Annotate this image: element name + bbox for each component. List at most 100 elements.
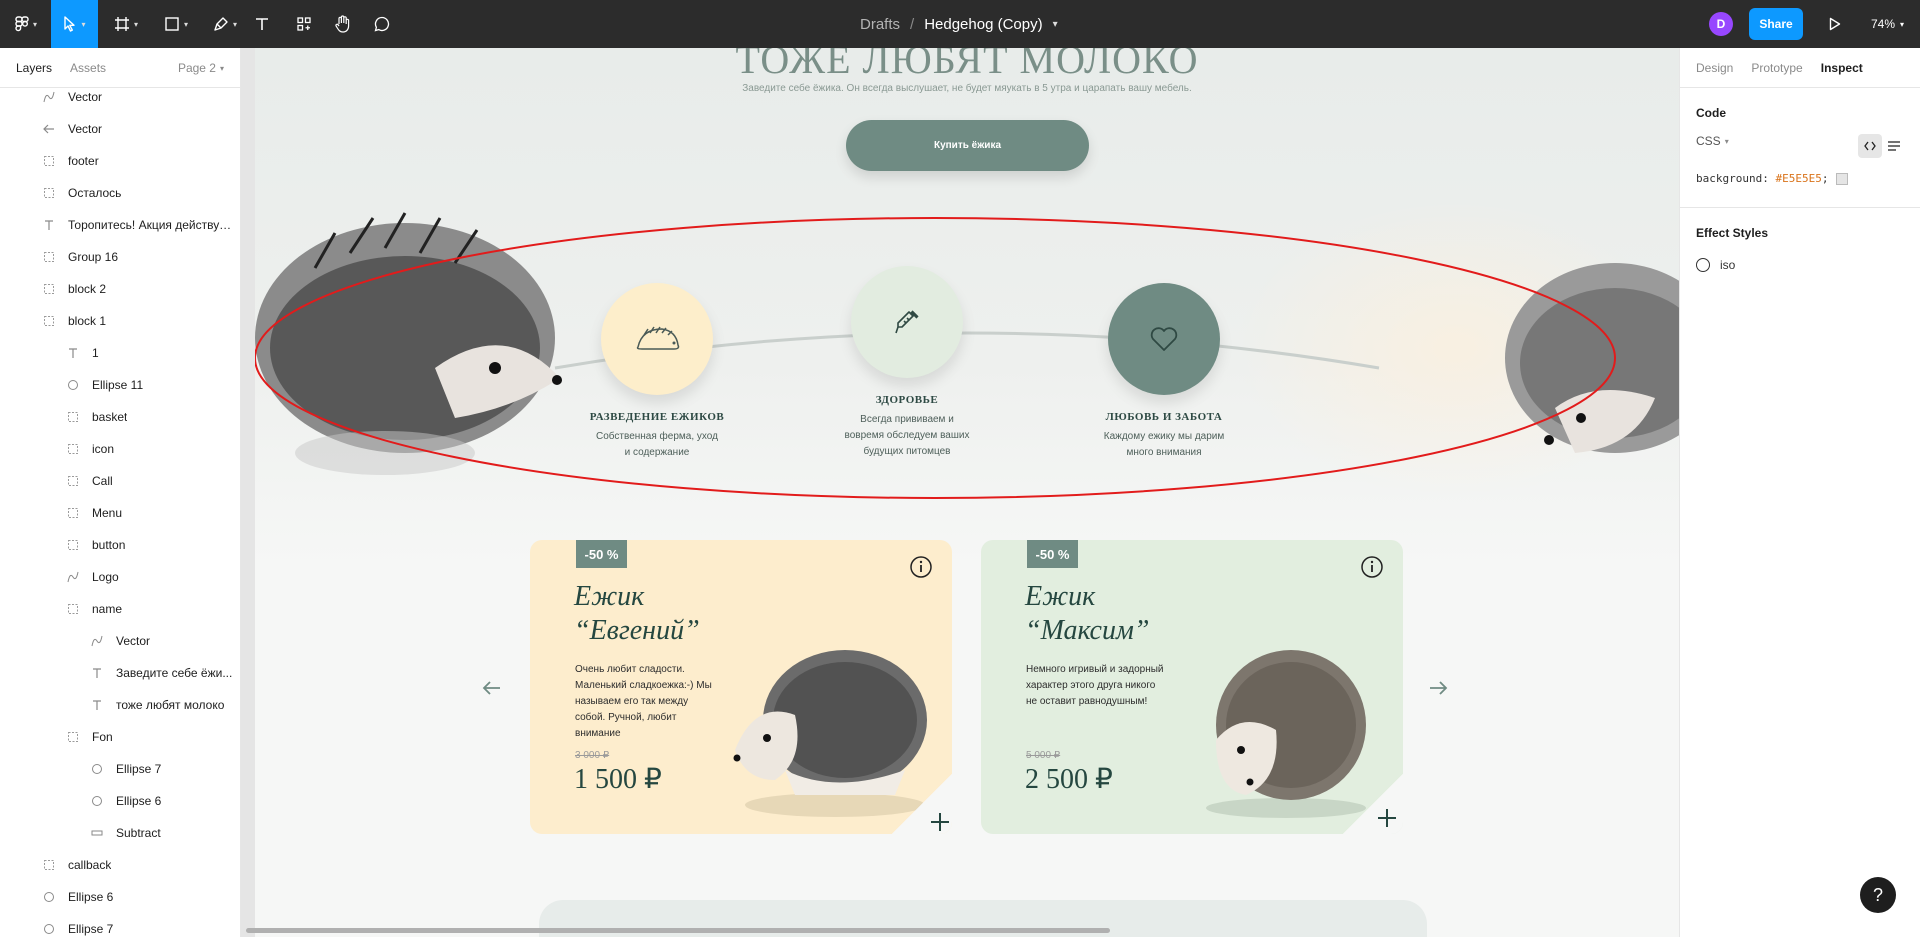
move-tool-button[interactable]: ▾	[51, 0, 98, 48]
info-icon[interactable]	[1361, 556, 1383, 578]
user-avatar[interactable]: D	[1709, 12, 1733, 36]
layer-row[interactable]: Ellipse 7	[0, 913, 240, 937]
file-name[interactable]: Hedgehog (Copy)	[924, 16, 1042, 33]
inspect-panel: Design Prototype Inspect Code CSS ▾ backg…	[1679, 48, 1920, 937]
ellipse-icon	[42, 922, 56, 936]
prev-arrow-icon[interactable]	[480, 676, 504, 700]
shape-tool-button[interactable]: ▾	[158, 0, 194, 48]
add-to-cart-icon[interactable]	[928, 810, 952, 834]
file-title[interactable]: Drafts / Hedgehog (Copy) ▾	[860, 0, 1058, 48]
layer-name: block 1	[68, 314, 107, 328]
zoom-dropdown[interactable]: 74% ▾	[1871, 0, 1904, 48]
css-semicolon: ;	[1821, 172, 1829, 185]
present-button[interactable]	[1823, 12, 1847, 36]
layer-row[interactable]: Ellipse 11	[0, 369, 240, 401]
layer-name: 1	[92, 346, 99, 360]
tab-design[interactable]: Design	[1696, 61, 1733, 75]
card-title-line: Ежик	[574, 581, 645, 612]
layer-row[interactable]: button	[0, 529, 240, 561]
effect-style-item[interactable]: iso	[1680, 248, 1920, 282]
layer-row[interactable]: тоже любят молоко	[0, 689, 240, 721]
layer-row[interactable]: Menu	[0, 497, 240, 529]
layer-row[interactable]: Call	[0, 465, 240, 497]
text-tool-button[interactable]	[250, 0, 274, 48]
layer-row[interactable]: Заведите себе ёжи...	[0, 657, 240, 689]
hand-tool-button[interactable]	[331, 0, 355, 48]
layer-row[interactable]: icon	[0, 433, 240, 465]
layer-row[interactable]: basket	[0, 401, 240, 433]
layer-name: Заведите себе ёжи...	[116, 666, 233, 680]
layer-row[interactable]: name	[0, 593, 240, 625]
card-description: Немного игривый и задорный характер этог…	[1026, 664, 1164, 707]
discount-badge: -50 %	[576, 540, 627, 568]
layer-name: Vector	[68, 90, 103, 104]
layer-name: footer	[68, 154, 99, 168]
css-value[interactable]: #E5E5E5	[1775, 172, 1821, 185]
layer-row[interactable]: callback	[0, 849, 240, 881]
figma-logo-icon	[15, 16, 29, 32]
pen-tool-button[interactable]: ▾	[207, 0, 243, 48]
layer-row[interactable]: Торопитесь! Акция действуе...	[0, 209, 240, 241]
layer-row[interactable]: Ellipse 6	[0, 785, 240, 817]
main-menu-button[interactable]: ▾	[6, 0, 46, 48]
text-icon	[42, 218, 56, 232]
layer-name: Vector	[68, 122, 103, 136]
frame-icon	[66, 730, 80, 744]
help-button[interactable]: ?	[1860, 877, 1896, 913]
text-icon	[66, 346, 80, 360]
design-frame[interactable]: ТОЖЕ ЛЮБЯТ МОЛОКО Заведите себе ёжика. О…	[255, 48, 1679, 937]
text-icon	[90, 666, 104, 680]
tab-layers[interactable]: Layers	[16, 61, 52, 75]
code-section: Code CSS ▾ background: #E5E5E5;	[1680, 88, 1920, 208]
chevron-down-icon[interactable]: ▾	[1053, 19, 1058, 30]
code-view-button[interactable]	[1858, 134, 1882, 158]
chevron-down-icon: ▾	[133, 19, 138, 29]
tab-inspect[interactable]: Inspect	[1821, 61, 1863, 75]
layer-name: icon	[92, 442, 115, 456]
feature-love: ЛЮБОВЬ И ЗАБОТА Каждому ежику мы дарим м…	[1064, 283, 1264, 461]
hand-icon	[335, 15, 350, 33]
horizontal-scrollbar[interactable]	[246, 928, 1110, 933]
layer-row[interactable]: Vector	[0, 113, 240, 145]
chevron-down-icon: ▾	[1900, 19, 1905, 29]
breadcrumb-drafts[interactable]: Drafts	[860, 16, 900, 33]
list-view-button[interactable]	[1882, 134, 1906, 158]
layer-row[interactable]: Fon	[0, 721, 240, 753]
comment-tool-button[interactable]	[370, 0, 394, 48]
layer-row[interactable]: Vector	[0, 625, 240, 657]
layer-row[interactable]: Vector	[0, 81, 240, 113]
share-button[interactable]: Share	[1749, 8, 1803, 40]
page-name: Page 2	[177, 61, 216, 75]
tab-prototype[interactable]: Prototype	[1751, 61, 1802, 75]
text-icon	[90, 698, 104, 712]
product-card-evgeniy[interactable]: -50 % Ежик “Евгений” Очень любит сладост…	[530, 540, 952, 834]
layer-name: basket	[92, 410, 128, 424]
resources-button[interactable]	[292, 0, 316, 48]
layer-row[interactable]: Subtract	[0, 817, 240, 849]
feature-description: Каждому ежику мы дарим много внимания	[1064, 429, 1264, 461]
layer-row[interactable]: Logo	[0, 561, 240, 593]
frame-icon	[42, 250, 56, 264]
layer-row[interactable]: block 1	[0, 305, 240, 337]
layer-row[interactable]: 1	[0, 337, 240, 369]
arrow-left-icon	[42, 122, 56, 136]
layer-row[interactable]: Group 16	[0, 241, 240, 273]
effect-style-name: iso	[1720, 258, 1736, 272]
layer-name: Group 16	[68, 250, 119, 264]
product-card-maksim[interactable]: -50 % Ежик “Максим” Немного игривый и за…	[981, 540, 1403, 834]
right-panel-tabs: Design Prototype Inspect	[1680, 48, 1920, 88]
canvas[interactable]: ТОЖЕ ЛЮБЯТ МОЛОКО Заведите себе ёжика. О…	[241, 48, 1679, 937]
layer-row[interactable]: Ellipse 7	[0, 753, 240, 785]
layer-row[interactable]: Ellipse 6	[0, 881, 240, 913]
frame-icon	[66, 538, 80, 552]
add-to-cart-icon[interactable]	[1375, 806, 1399, 830]
frame-tool-button[interactable]: ▾	[108, 0, 144, 48]
info-icon[interactable]	[910, 556, 932, 578]
layer-row[interactable]: Осталось	[0, 177, 240, 209]
layer-row[interactable]: block 2	[0, 273, 240, 305]
next-arrow-icon[interactable]	[1426, 676, 1450, 700]
layer-row[interactable]: footer	[0, 145, 240, 177]
tab-assets[interactable]: Assets	[70, 61, 106, 75]
frame-icon	[42, 154, 56, 168]
ellipse-icon	[90, 762, 104, 776]
